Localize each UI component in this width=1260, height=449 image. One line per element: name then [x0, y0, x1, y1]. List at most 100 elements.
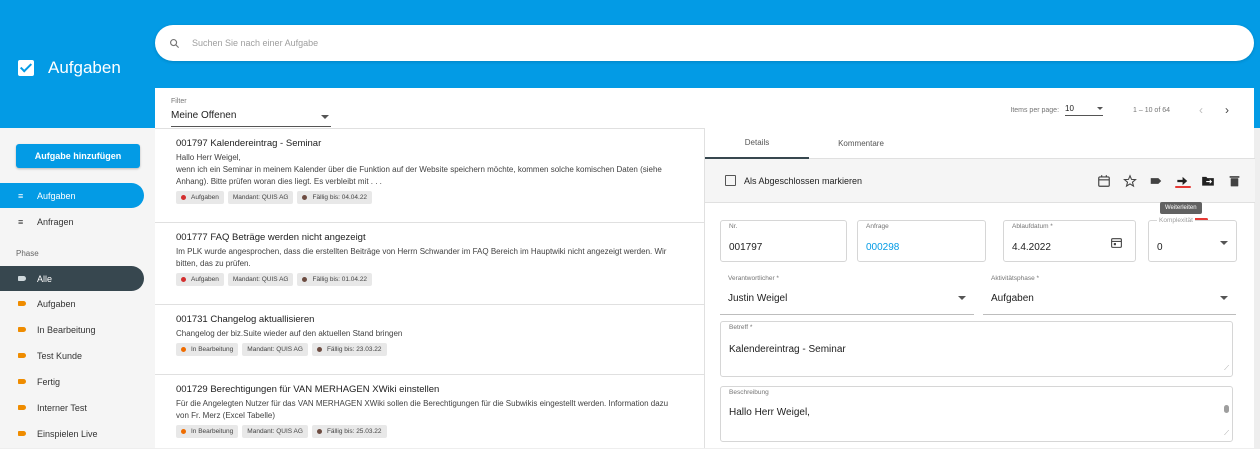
items-per-page-label: Items per page:	[1010, 106, 1060, 114]
sidebar-item-label: Interner Test	[37, 402, 87, 413]
main-panel: Filter Meine Offenen Items per page: 10 …	[155, 88, 1255, 449]
label-button[interactable]	[1147, 172, 1165, 190]
task-list-item[interactable]: 001731 Changelog aktuallisieren Changelo…	[155, 305, 704, 375]
task-title: 001777 FAQ Beträge werden nicht angezeig…	[176, 232, 366, 243]
phase-chip: In Bearbeitung	[176, 425, 239, 438]
field-label: Beschreibung	[729, 389, 769, 396]
status-dot-icon	[181, 429, 186, 434]
dropdown-arrow-icon	[321, 115, 329, 119]
phase-select[interactable]: Aktivitätsphase * Aufgaben	[983, 273, 1236, 315]
search-placeholder: Suchen Sie nach einer Aufgabe	[192, 38, 319, 48]
sidebar-item-aufgaben[interactable]: ≡ Aufgaben	[0, 183, 144, 208]
trash-icon	[1229, 176, 1239, 187]
anfrage-link[interactable]: 000298	[866, 242, 899, 253]
sidebar-item-fertig[interactable]: Fertig	[0, 369, 144, 394]
search-icon	[170, 38, 180, 48]
sidebar-item-label: In Bearbeitung	[37, 324, 96, 335]
task-title: 001729 Berechtigungen für VAN MERHAGEN X…	[176, 384, 440, 395]
scrollbar-thumb[interactable]	[1224, 405, 1229, 413]
field-value: Kalendereintrag - Seminar	[729, 344, 846, 355]
betreff-field[interactable]: Betreff * Kalendereintrag - Seminar ⟋	[720, 321, 1233, 377]
label-icon	[18, 431, 26, 436]
chip-label: Fällig bis: 23.03.22	[326, 346, 382, 353]
filter-value: Meine Offenen	[171, 110, 237, 121]
anfrage-field[interactable]: Anfrage 000298	[857, 220, 986, 262]
list-icon: ≡	[18, 190, 24, 201]
sidebar-item-test-kunde[interactable]: Test Kunde	[0, 343, 144, 368]
mandant-chip: Mandant: QUIS AG	[227, 273, 294, 286]
field-value: Hallo Herr Weigel,	[729, 407, 810, 418]
status-dot-icon	[302, 195, 308, 200]
phase-chip: Aufgaben	[176, 191, 224, 204]
tab-kommentare[interactable]: Kommentare	[809, 128, 913, 159]
beschreibung-field[interactable]: Beschreibung Hallo Herr Weigel, ⟋	[720, 386, 1233, 442]
sidebar-item-label: Aufgaben	[37, 298, 76, 309]
mark-done-checkbox[interactable]: Als Abgeschlossen markieren	[725, 175, 862, 186]
add-task-button[interactable]: Aufgabe hinzufügen	[16, 144, 140, 168]
chip-label: Mandant: QUIS AG	[232, 276, 289, 283]
sidebar-item-phase-aufgaben[interactable]: Aufgaben	[0, 291, 144, 316]
annotation-underline	[1175, 186, 1191, 188]
resize-handle-icon[interactable]: ⟋	[1224, 430, 1229, 438]
field-label: Ablaufdatum *	[1012, 223, 1053, 230]
label-icon	[18, 405, 26, 410]
filter-select[interactable]: Meine Offenen	[171, 110, 331, 127]
task-list-item[interactable]: 001797 Kalendereintrag - Seminar Hallo H…	[155, 129, 704, 223]
field-label: Komplexität	[1157, 217, 1195, 224]
task-list-item[interactable]: 001729 Berechtigungen für VAN MERHAGEN X…	[155, 375, 704, 449]
sidebar-item-label: Alle	[37, 273, 53, 284]
sidebar-item-alle[interactable]: Alle	[0, 266, 144, 291]
field-value: 001797	[729, 242, 763, 253]
resize-handle-icon[interactable]: ⟋	[1224, 365, 1229, 373]
label-icon	[18, 353, 26, 358]
next-page-button[interactable]: ›	[1214, 103, 1240, 117]
due-date-chip: Fällig bis: 25.03.22	[311, 425, 387, 438]
field-value: 0	[1157, 242, 1163, 253]
dropdown-arrow-icon	[1220, 241, 1228, 245]
task-list-item[interactable]: 001777 FAQ Beträge werden nicht angezeig…	[155, 223, 704, 305]
sidebar-item-anfragen[interactable]: ≡ Anfragen	[0, 209, 144, 234]
previous-page-button[interactable]: ‹	[1188, 103, 1214, 117]
list-icon: ≡	[18, 216, 24, 227]
task-description: Changelog der biz.Suite wieder auf den a…	[176, 329, 403, 338]
sidebar-item-einspielen-live[interactable]: Einspielen Live	[0, 421, 144, 446]
sidebar-item-label: Test Kunde	[37, 350, 83, 361]
calendar-icon	[1098, 175, 1110, 187]
mandant-chip: Mandant: QUIS AG	[227, 191, 294, 204]
chip-label: In Bearbeitung	[191, 346, 234, 353]
items-per-page-select[interactable]: 10	[1065, 104, 1104, 116]
sidebar-item-label: Anfragen	[37, 216, 74, 227]
tab-details[interactable]: Details	[705, 128, 809, 159]
field-label: Verantwortlicher *	[728, 275, 779, 282]
due-date-chip: Fällig bis: 04.04.22	[297, 191, 373, 204]
due-date-field[interactable]: Ablaufdatum * 4.4.2022	[1003, 220, 1136, 262]
search-input[interactable]: Suchen Sie nach einer Aufgabe	[155, 25, 1254, 61]
mandant-chip: Mandant: QUIS AG	[242, 343, 308, 356]
field-label: Aktivitätsphase *	[991, 275, 1040, 282]
chip-label: Mandant: QUIS AG	[232, 194, 289, 201]
task-description: Hallo Herr Weigel, wenn ich ein Seminar …	[176, 153, 662, 186]
mandant-chip: Mandant: QUIS AG	[242, 425, 308, 438]
nr-field[interactable]: Nr. 001797	[720, 220, 847, 262]
label-icon	[18, 327, 26, 332]
label-icon	[18, 379, 26, 384]
task-detail-panel: Details Kommentare Als Abgeschlossen mar…	[704, 128, 1255, 448]
due-date-chip: Fällig bis: 23.03.22	[311, 343, 387, 356]
folder-move-icon	[1202, 176, 1214, 186]
calendar-button[interactable]	[1095, 172, 1113, 190]
sidebar-item-interner-test[interactable]: Interner Test	[0, 395, 144, 420]
phase-section-label: Phase	[16, 249, 39, 258]
app-title-label: Aufgaben	[48, 58, 121, 77]
sidebar-item-in-bearbeitung[interactable]: In Bearbeitung	[0, 317, 144, 342]
verantwortlicher-select[interactable]: Verantwortlicher * Justin Weigel	[720, 273, 974, 315]
favorite-button[interactable]	[1121, 172, 1139, 190]
chip-label: In Bearbeitung	[191, 428, 234, 435]
forward-tooltip: Weiterleiten	[1160, 202, 1202, 214]
calendar-icon[interactable]	[1110, 236, 1123, 249]
komplexitaet-select[interactable]: Komplexität 0	[1148, 217, 1237, 262]
move-to-folder-button[interactable]	[1199, 172, 1217, 190]
chip-label: Fällig bis: 01.04.22	[312, 276, 368, 283]
delete-button[interactable]	[1225, 172, 1243, 190]
app-title: Aufgaben	[18, 58, 121, 78]
sidebar: Aufgabe hinzufügen ≡ Aufgaben ≡ Anfragen…	[0, 128, 155, 448]
